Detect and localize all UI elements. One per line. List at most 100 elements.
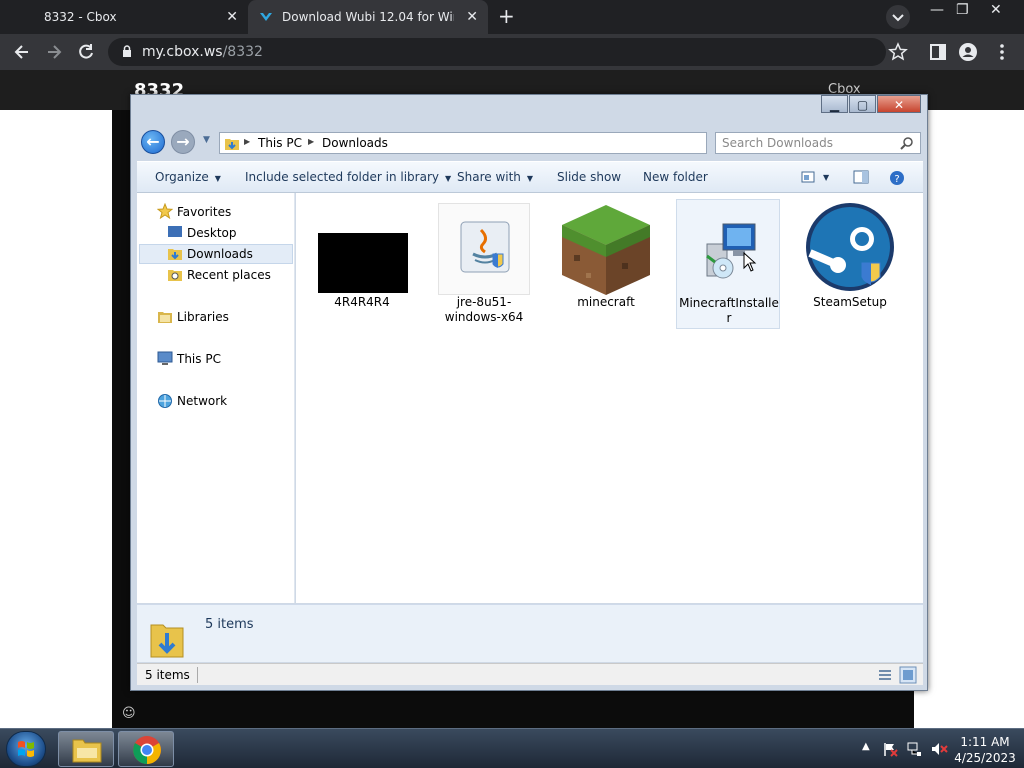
close-button[interactable]: ✕ <box>877 95 921 113</box>
tab-close-icon[interactable]: ✕ <box>226 9 238 25</box>
organize-button[interactable]: Organize ▼ <box>155 170 221 184</box>
file-explorer-icon <box>72 739 102 763</box>
profile-avatar-icon[interactable] <box>958 42 978 62</box>
downloads-folder-large-icon <box>150 624 184 658</box>
command-bar: Organize ▼ Include selected folder in lib… <box>137 161 923 193</box>
file-list-pane: 4R4R4R4 jre-8u51-windows-x64 minecraft M… <box>296 193 923 603</box>
help-icon[interactable]: ? <box>889 170 905 186</box>
window-close-button[interactable]: ✕ <box>990 2 1002 18</box>
show-hidden-icons-icon[interactable]: ▲ <box>862 741 870 752</box>
tab-close-icon[interactable]: ✕ <box>466 9 478 25</box>
navigation-pane: Favorites Desktop Downloads Recent place… <box>137 193 295 603</box>
change-view-icon[interactable] <box>801 170 817 184</box>
windows-logo-icon <box>18 741 34 757</box>
new-tab-button[interactable]: + <box>498 4 515 28</box>
smiley-icon[interactable]: ☺ <box>122 706 136 721</box>
reload-icon[interactable] <box>76 42 96 62</box>
details-pane: 5 items <box>137 604 923 662</box>
nav-libraries[interactable]: Libraries <box>177 310 229 324</box>
tab-wubi[interactable]: Download Wubi 12.04 for Windo ✕ <box>248 0 488 34</box>
recent-locations-dropdown-icon[interactable]: ▼ <box>203 135 210 145</box>
page-margin-right <box>914 110 1024 728</box>
file-item-4r4r4r4[interactable]: 4R4R4R4 <box>310 199 414 329</box>
share-with-button[interactable]: Share with ▼ <box>457 170 533 184</box>
dropdown-arrow-icon: ▼ <box>444 174 452 183</box>
slide-show-button[interactable]: Slide show <box>557 170 621 184</box>
installer-icon <box>683 204 775 296</box>
caption-buttons: ▁ ▢ ✕ <box>820 95 921 113</box>
chrome-icon <box>133 736 161 764</box>
address-bar[interactable]: my.cbox.ws/8332 <box>108 38 886 66</box>
nav-favorites[interactable]: Favorites <box>177 205 231 219</box>
search-icon <box>900 137 913 150</box>
url-host: my.cbox.ws <box>142 44 223 60</box>
window-minimize-button[interactable]: — <box>930 2 944 18</box>
volume-muted-icon[interactable] <box>930 741 948 757</box>
this-pc-icon <box>157 351 173 365</box>
black-image-thumbnail <box>316 203 408 295</box>
include-in-library-button[interactable]: Include selected folder in library ▼ <box>245 170 451 184</box>
explorer-forward-button[interactable]: → <box>171 130 195 154</box>
share-label: Share with <box>457 170 521 184</box>
back-arrow-icon: ← <box>146 132 160 151</box>
explorer-address-bar[interactable]: ▶ This PC ▶ Downloads ▼ ↻ <box>219 132 785 154</box>
file-item-steamsetup[interactable]: SteamSetup <box>798 199 902 329</box>
svg-text:?: ? <box>894 174 899 185</box>
explorer-back-button[interactable]: ← <box>141 130 165 154</box>
tab-title: 8332 - Cbox <box>44 10 117 24</box>
network-status-icon[interactable] <box>906 741 922 757</box>
maximize-button[interactable]: ▢ <box>849 95 876 113</box>
file-name: jre-8u51-windows-x64 <box>444 295 524 324</box>
dropdown-arrow-icon: ▼ <box>214 174 221 183</box>
preview-pane-icon[interactable] <box>853 170 869 184</box>
status-separator <box>197 667 198 683</box>
file-name: minecraft <box>577 295 635 309</box>
details-view-icon[interactable] <box>877 667 893 683</box>
clock-time: 1:11 AM <box>960 735 1010 749</box>
forward-arrow-icon[interactable] <box>44 42 64 62</box>
explorer-window: ▁ ▢ ✕ ← → ▼ ▶ This PC ▶ Downloads ▼ ↻ Se… <box>130 94 928 691</box>
network-icon <box>158 394 172 408</box>
breadcrumb-separator-icon: ▶ <box>244 137 251 146</box>
file-item-minecraftinstaller[interactable]: MinecraftInstaller <box>676 199 780 329</box>
nav-downloads[interactable]: Downloads <box>187 247 253 261</box>
action-center-flag-icon[interactable] <box>882 741 898 757</box>
large-icons-view-icon[interactable] <box>899 666 917 684</box>
file-item-minecraft[interactable]: minecraft <box>554 199 658 329</box>
url-path: /8332 <box>222 44 263 60</box>
taskbar-file-explorer[interactable] <box>58 731 114 767</box>
lock-icon <box>123 45 131 57</box>
mouse-cursor-icon <box>743 252 757 272</box>
file-name: SteamSetup <box>813 295 887 309</box>
file-name: MinecraftInstaller <box>679 296 779 325</box>
minimize-button[interactable]: ▁ <box>821 95 848 113</box>
view-options-dropdown-icon[interactable]: ▼ <box>823 173 829 182</box>
breadcrumb-separator-icon: ▶ <box>308 137 315 146</box>
start-button[interactable] <box>6 731 46 767</box>
breadcrumb-this-pc[interactable]: This PC <box>258 136 302 150</box>
back-arrow-icon[interactable] <box>12 42 32 62</box>
nav-this-pc[interactable]: This PC <box>177 352 221 366</box>
kebab-menu-icon[interactable] <box>992 42 1012 62</box>
desktop-icon <box>168 226 182 237</box>
taskbar-clock[interactable]: 1:11 AM 4/25/2023 <box>952 734 1018 766</box>
nav-recent-places[interactable]: Recent places <box>187 268 271 282</box>
search-downloads-input[interactable]: Search Downloads <box>715 132 921 154</box>
include-label: Include selected folder in library <box>245 170 439 184</box>
organize-label: Organize <box>155 170 209 184</box>
side-panel-icon[interactable] <box>928 42 948 62</box>
breadcrumb-downloads[interactable]: Downloads <box>322 136 388 150</box>
forward-arrow-icon: → <box>176 132 190 151</box>
file-item-jre[interactable]: jre-8u51-windows-x64 <box>432 199 536 329</box>
downloads-folder-icon <box>168 249 182 260</box>
taskbar: ▲ 1:11 AM 4/25/2023 <box>0 728 1024 768</box>
tab-cbox[interactable]: 8332 - Cbox ✕ <box>0 0 248 34</box>
nav-network[interactable]: Network <box>177 394 227 408</box>
taskbar-chrome[interactable] <box>118 731 174 767</box>
search-placeholder: Search Downloads <box>722 136 833 150</box>
bookmark-star-icon[interactable] <box>888 42 908 62</box>
tab-search-button[interactable] <box>886 5 910 29</box>
nav-desktop[interactable]: Desktop <box>187 226 237 240</box>
new-folder-button[interactable]: New folder <box>643 170 708 184</box>
window-restore-button[interactable]: ❐ <box>956 2 969 18</box>
